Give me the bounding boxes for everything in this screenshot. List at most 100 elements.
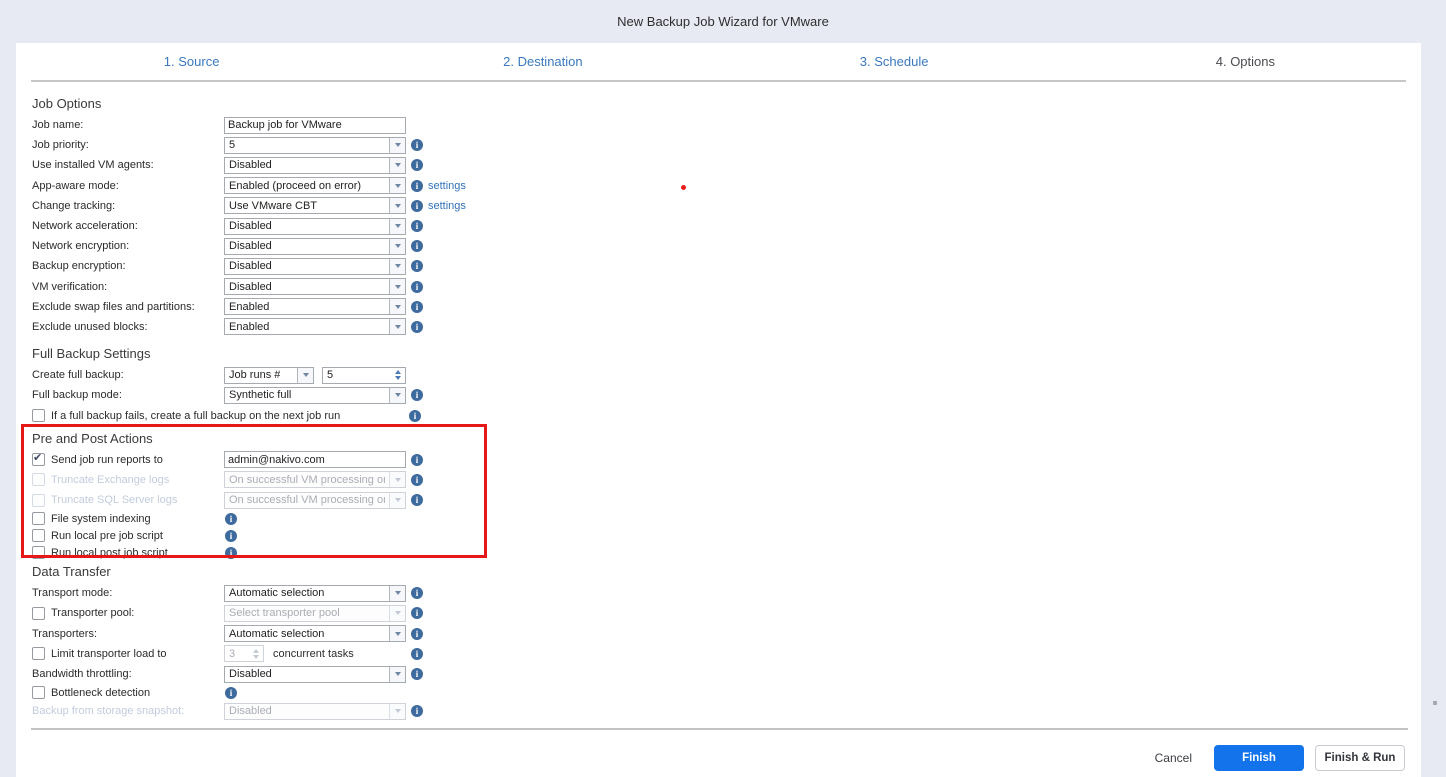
transporter-pool-checkbox[interactable] — [32, 607, 45, 620]
exclude-swap-select[interactable]: Enabled — [224, 298, 406, 315]
info-icon[interactable] — [411, 200, 423, 212]
info-icon[interactable] — [411, 321, 423, 333]
change-tracking-settings-link[interactable]: settings — [428, 200, 466, 212]
transport-mode-select[interactable]: Automatic selection — [224, 585, 406, 602]
send-reports-checkbox[interactable] — [32, 453, 45, 466]
job-name-input[interactable] — [224, 117, 406, 134]
vm-agents-select[interactable]: Disabled — [224, 157, 406, 174]
transporters-label: Transporters: — [32, 628, 224, 640]
info-icon[interactable] — [411, 587, 423, 599]
scrollbar-artifact — [1433, 701, 1437, 705]
job-options-heading: Job Options — [32, 95, 1421, 113]
info-icon[interactable] — [225, 687, 237, 699]
full-backup-settings-heading: Full Backup Settings — [32, 345, 1421, 363]
full-backup-mode-select[interactable]: Synthetic full — [224, 387, 406, 404]
cancel-button[interactable]: Cancel — [1155, 751, 1192, 765]
info-icon[interactable] — [411, 648, 423, 660]
info-icon[interactable] — [411, 301, 423, 313]
row-send-reports: Send job run reports to — [32, 450, 1421, 470]
create-full-backup-mode-select[interactable]: Job runs # — [224, 367, 314, 384]
vm-verification-select[interactable]: Disabled — [224, 278, 406, 295]
chevron-down-icon — [389, 239, 405, 254]
limit-load-checkbox[interactable] — [32, 647, 45, 660]
steps-divider — [31, 80, 1406, 82]
finish-and-run-button[interactable]: Finish & Run — [1315, 745, 1405, 771]
info-icon[interactable] — [411, 260, 423, 272]
send-reports-email-input[interactable] — [224, 451, 406, 468]
info-icon[interactable] — [225, 530, 237, 542]
chevron-down-icon — [389, 626, 405, 641]
data-transfer-heading: Data Transfer — [32, 563, 1421, 581]
app-aware-mode-select[interactable]: Enabled (proceed on error) — [224, 177, 406, 194]
info-icon[interactable] — [225, 513, 237, 525]
chevron-down-icon — [389, 259, 405, 274]
job-priority-label: Job priority: — [32, 139, 224, 151]
row-exclude-unused-blocks: Exclude unused blocks: Enabled — [32, 317, 1421, 337]
step-schedule[interactable]: 3. Schedule — [719, 54, 1070, 69]
run-pre-script-checkbox[interactable] — [32, 529, 45, 542]
row-network-acceleration: Network acceleration: Disabled — [32, 216, 1421, 236]
backup-encryption-label: Backup encryption: — [32, 260, 224, 272]
info-icon[interactable] — [411, 159, 423, 171]
info-icon[interactable] — [411, 474, 423, 486]
info-icon[interactable] — [411, 139, 423, 151]
info-icon[interactable] — [411, 454, 423, 466]
change-tracking-label: Change tracking: — [32, 200, 224, 212]
step-options[interactable]: 4. Options — [1070, 54, 1421, 69]
chevron-down-icon — [389, 279, 405, 294]
finish-button[interactable]: Finish — [1214, 745, 1304, 771]
app-aware-settings-link[interactable]: settings — [428, 180, 466, 192]
step-source[interactable]: 1. Source — [16, 54, 367, 69]
create-full-backup-count-spinner[interactable]: 5 — [322, 367, 406, 384]
info-icon[interactable] — [225, 547, 237, 559]
footer-bar: Cancel Finish Finish & Run — [16, 728, 1421, 777]
run-pre-script-label: Run local pre job script — [51, 530, 163, 542]
info-icon[interactable] — [409, 410, 421, 422]
info-icon[interactable] — [411, 389, 423, 401]
step-destination[interactable]: 2. Destination — [367, 54, 718, 69]
file-system-indexing-checkbox[interactable] — [32, 512, 45, 525]
job-priority-select[interactable]: 5 — [224, 137, 406, 154]
limit-load-label: Limit transporter load to — [51, 648, 167, 660]
chevron-down-icon — [389, 606, 405, 621]
row-job-priority: Job priority: 5 — [32, 135, 1421, 155]
retry-on-fail-checkbox[interactable] — [32, 409, 45, 422]
info-icon[interactable] — [411, 240, 423, 252]
app-aware-mode-label: App-aware mode: — [32, 180, 224, 192]
wizard-steps: 1. Source 2. Destination 3. Schedule 4. … — [16, 43, 1421, 80]
info-icon[interactable] — [411, 628, 423, 640]
info-icon[interactable] — [411, 607, 423, 619]
info-icon[interactable] — [411, 494, 423, 506]
vm-agents-label: Use installed VM agents: — [32, 159, 224, 171]
run-post-script-label: Run local post job script — [51, 547, 168, 559]
info-icon[interactable] — [411, 668, 423, 680]
row-limit-load: Limit transporter load to 3 concurrent t… — [32, 644, 1421, 664]
row-change-tracking: Change tracking: Use VMware CBT settings — [32, 196, 1421, 216]
bandwidth-throttling-select[interactable]: Disabled — [224, 666, 406, 683]
row-run-post-script: Run local post job script — [32, 544, 1421, 561]
info-icon[interactable] — [411, 180, 423, 192]
exclude-unused-blocks-select[interactable]: Enabled — [224, 318, 406, 335]
wizard-panel: 1. Source 2. Destination 3. Schedule 4. … — [16, 43, 1421, 777]
transporters-select[interactable]: Automatic selection — [224, 625, 406, 642]
spinner-up-down-icon[interactable] — [391, 368, 404, 383]
network-encryption-select[interactable]: Disabled — [224, 238, 406, 255]
change-tracking-select[interactable]: Use VMware CBT — [224, 197, 406, 214]
chevron-down-icon — [389, 138, 405, 153]
limit-load-spinner: 3 — [224, 645, 264, 662]
network-acceleration-select[interactable]: Disabled — [224, 218, 406, 235]
chevron-down-icon — [389, 219, 405, 234]
network-acceleration-label: Network acceleration: — [32, 220, 224, 232]
info-icon[interactable] — [411, 705, 423, 717]
info-icon[interactable] — [411, 220, 423, 232]
bottleneck-detection-checkbox[interactable] — [32, 686, 45, 699]
row-vm-agents: Use installed VM agents: Disabled — [32, 155, 1421, 175]
create-full-backup-label: Create full backup: — [32, 369, 224, 381]
backup-from-storage-snapshot-select: Disabled — [224, 703, 406, 720]
run-post-script-checkbox[interactable] — [32, 546, 45, 559]
spinner-up-down-icon — [249, 646, 262, 661]
info-icon[interactable] — [411, 281, 423, 293]
red-dot-annotation — [681, 185, 686, 190]
backup-encryption-select[interactable]: Disabled — [224, 258, 406, 275]
truncate-sql-label: Truncate SQL Server logs — [51, 494, 177, 506]
